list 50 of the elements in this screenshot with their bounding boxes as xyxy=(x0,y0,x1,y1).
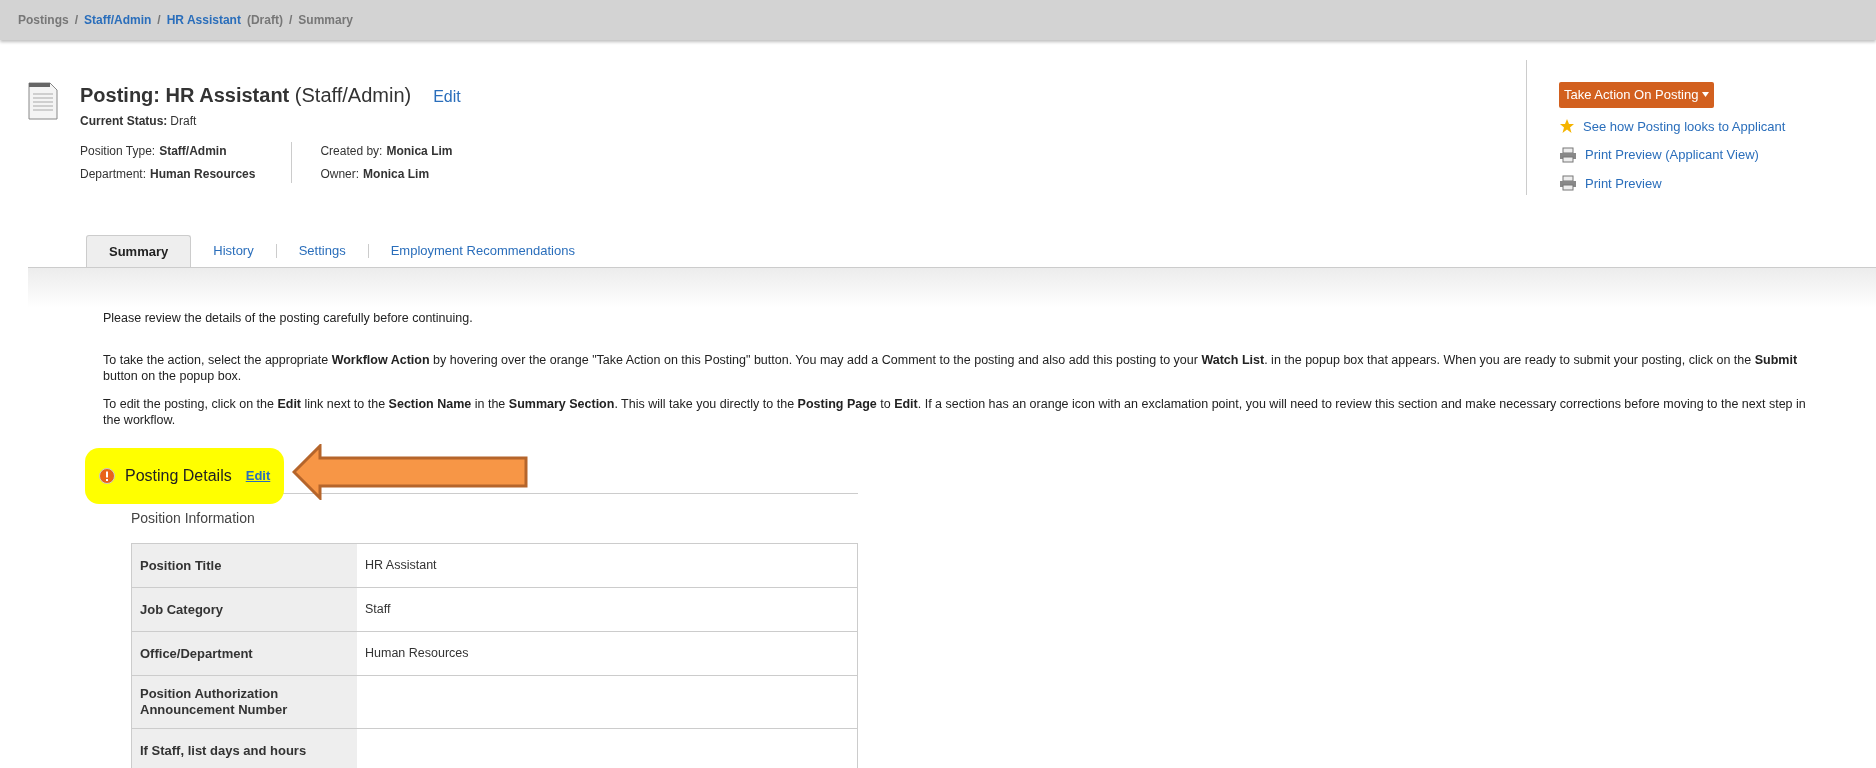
star-icon xyxy=(1559,118,1575,135)
action-link[interactable]: See how Posting looks to Applicant xyxy=(1583,116,1786,136)
document-icon xyxy=(28,82,58,120)
breadcrumb-separator: / xyxy=(157,12,161,29)
posting-type: (Staff/Admin) xyxy=(294,84,412,106)
breadcrumb-text: Postings xyxy=(18,12,69,29)
printer-icon xyxy=(1559,146,1577,163)
section-title: Posting Details xyxy=(125,465,232,486)
caret-icon xyxy=(1702,92,1710,98)
field-value: Staff xyxy=(365,602,391,616)
meta-label: Owner: xyxy=(320,166,360,183)
field-value: HR Assistant xyxy=(365,558,437,572)
meta-value: Human Resources xyxy=(150,166,256,183)
breadcrumb-text: Summary xyxy=(298,12,353,29)
tab[interactable]: Settings xyxy=(276,235,368,267)
action-link[interactable]: Print Preview xyxy=(1585,173,1662,193)
field-label: Position Authorization Announcement Number xyxy=(132,676,357,728)
action-link[interactable]: Print Preview (Applicant View) xyxy=(1585,145,1759,165)
meta-value: Monica Lim xyxy=(386,143,453,160)
field-label: Office/Department xyxy=(132,632,357,675)
subsection-title: Position Information xyxy=(131,509,256,528)
status-label: Current Status: xyxy=(80,113,168,130)
take-action-button[interactable]: Take Action On Posting xyxy=(1559,82,1715,108)
meta-value: Staff/Admin xyxy=(159,143,227,160)
edit-link[interactable]: Edit xyxy=(433,85,461,109)
breadcrumb-separator: / xyxy=(74,12,78,29)
edit-link[interactable]: Edit xyxy=(245,465,271,486)
instruction-text: To edit the posting, click on the Edit link next to the Section Name in the Summary Section. This will take you directly to the Posting Page to Edit. If a section has an orange icon with an exclamation point, you will need to review this section and make necessary corrections before moving to the next step in the workflow. xyxy=(103,396,1806,428)
field-label: Position Title xyxy=(132,544,357,587)
tab[interactable]: Summary xyxy=(86,235,192,267)
tab[interactable]: Employment Recommendations xyxy=(368,235,597,267)
printer-icon xyxy=(1559,175,1577,192)
field-label: Job Category xyxy=(132,588,357,631)
meta-value: Monica Lim xyxy=(363,166,430,183)
tab[interactable]: History xyxy=(191,235,276,267)
breadcrumb-separator: / xyxy=(288,12,293,29)
arrow-icon xyxy=(292,443,529,500)
field-label: If Staff, list days and hours xyxy=(132,729,357,768)
meta-label: Created by: xyxy=(320,143,383,160)
status-value: Draft xyxy=(170,113,197,130)
breadcrumb-link[interactable]: Staff/Admin xyxy=(84,11,152,29)
field-value: Human Resources xyxy=(365,646,469,660)
instruction-text: Please review the details of the posting carefully before continuing. xyxy=(103,310,474,326)
instruction-text: To take the action, select the appropriate Workflow Action by hovering over the orange "Take Action on this Posting" button. You may add a Comment to the posting and also add this posting to your Watch List. in the popup box that appears. When you are ready to submit your posting, click on the Submit button on the popup box. xyxy=(103,352,1799,384)
meta-label: Position Type: xyxy=(80,143,156,160)
posting-title: Posting: HR Assistant xyxy=(80,84,290,106)
breadcrumb-link[interactable]: HR Assistant xyxy=(166,11,241,29)
alert-icon xyxy=(99,467,115,484)
meta-label: Department: xyxy=(80,166,147,183)
breadcrumb-suffix: (Draft) xyxy=(246,12,283,29)
